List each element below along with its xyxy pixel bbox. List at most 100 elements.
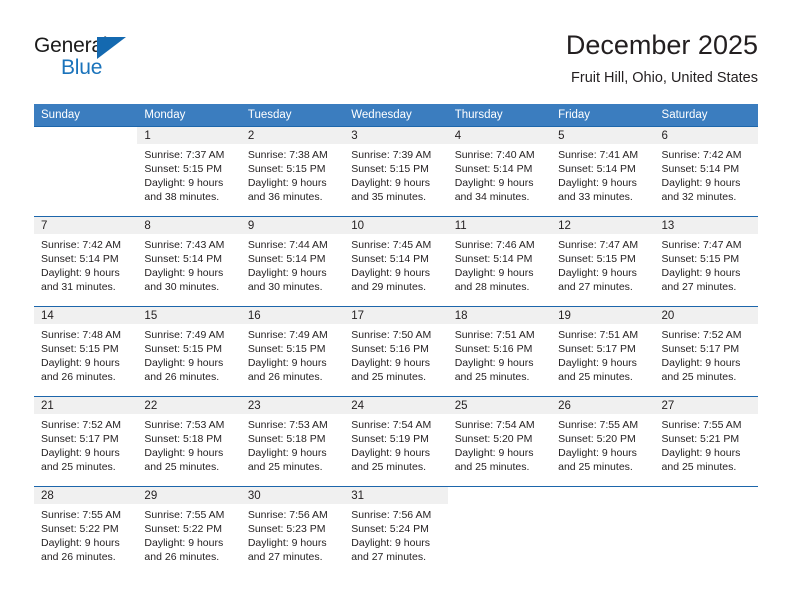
sunrise-text: Sunrise: 7:49 AM (144, 329, 225, 341)
calendar-empty-cell (654, 486, 758, 576)
page-title: December 2025 (565, 30, 758, 60)
day-details: Sunrise: 7:37 AM Sunset: 5:15 PM Daylight:… (137, 144, 240, 204)
day-number: 1 (137, 127, 241, 144)
calendar-day-cell[interactable]: 1 Sunrise: 7:37 AM Sunset: 5:15 PM Daylight… (137, 126, 241, 217)
daylight-text: Daylight: 9 hours (144, 267, 224, 280)
sunset-text: Sunset: 5:15 PM (661, 253, 740, 266)
day-number: 25 (447, 397, 552, 414)
daylight-text: Daylight: 9 hours (41, 267, 120, 280)
calendar-day-cell[interactable]: 15 Sunrise: 7:49 AM Sunset: 5:15 PM Dayligh… (137, 306, 241, 397)
calendar-day-cell[interactable]: 20 Sunrise: 7:52 AM Sunset: 5:17 PM Dayligh… (654, 306, 758, 397)
calendar-day-cell[interactable]: 6 Sunrise: 7:42 AM Sunset: 5:14 PM Daylight… (654, 126, 758, 217)
calendar-day-cell[interactable]: 31 Sunrise: 7:56 AM Sunset: 5:24 PM Dayligh… (344, 486, 448, 576)
calendar-day-cell[interactable]: 12 Sunrise: 7:47 AM Sunset: 5:15 PM Dayligh… (551, 216, 655, 307)
daylight-text: Daylight: 9 hours (247, 447, 327, 460)
calendar-day-cell[interactable]: 13 Sunrise: 7:47 AM Sunset: 5:15 PM Dayligh… (654, 216, 758, 307)
daylight-text: Daylight: 9 hours (454, 177, 534, 190)
daylight-text: Daylight: 9 hours (144, 357, 224, 370)
sunset-text: Sunset: 5:15 PM (144, 163, 223, 176)
general-blue-logo[interactable]: General Blue (34, 34, 214, 92)
calendar-week-row: 21 Sunrise: 7:52 AM Sunset: 5:17 PM Dayligh… (34, 396, 758, 487)
day-details: Sunrise: 7:47 AM Sunset: 5:15 PM Daylight:… (551, 234, 654, 294)
sunset-text: Sunset: 5:15 PM (247, 343, 326, 356)
sunrise-text: Sunrise: 7:47 AM (558, 239, 639, 251)
sunrise-text: Sunrise: 7:44 AM (247, 239, 328, 251)
day-number: 30 (240, 487, 345, 504)
day-number: 28 (34, 487, 138, 504)
calendar-week-row: 7 Sunrise: 7:42 AM Sunset: 5:14 PM Daylight… (34, 216, 758, 307)
daylight-text: Daylight: 9 hours (144, 537, 224, 550)
calendar-day-cell[interactable]: 24 Sunrise: 7:54 AM Sunset: 5:19 PM Dayligh… (344, 396, 448, 487)
sunset-text: Sunset: 5:22 PM (144, 523, 223, 536)
calendar-empty-cell (551, 486, 655, 576)
sunrise-text: Sunrise: 7:55 AM (41, 509, 121, 521)
calendar-day-cell[interactable]: 21 Sunrise: 7:52 AM Sunset: 5:17 PM Dayligh… (34, 396, 138, 487)
calendar-day-cell[interactable]: 10 Sunrise: 7:45 AM Sunset: 5:14 PM Dayligh… (344, 216, 448, 307)
calendar-day-cell[interactable]: 7 Sunrise: 7:42 AM Sunset: 5:14 PM Daylight… (34, 216, 138, 307)
calendar-day-cell[interactable]: 23 Sunrise: 7:53 AM Sunset: 5:18 PM Dayligh… (240, 396, 345, 487)
daylight-text: and 38 minutes. (144, 191, 220, 204)
daylight-text: and 27 minutes. (351, 551, 426, 564)
calendar-day-cell[interactable]: 11 Sunrise: 7:46 AM Sunset: 5:14 PM Dayligh… (447, 216, 552, 307)
day-number: 21 (34, 397, 138, 414)
day-number (34, 127, 138, 144)
calendar-day-cell[interactable]: 17 Sunrise: 7:50 AM Sunset: 5:16 PM Dayligh… (344, 306, 448, 397)
day-details: Sunrise: 7:56 AM Sunset: 5:24 PM Daylight:… (344, 504, 447, 564)
daylight-text: Daylight: 9 hours (351, 267, 431, 280)
daylight-text: and 26 minutes. (41, 371, 116, 384)
day-number: 11 (447, 217, 552, 234)
sunset-text: Sunset: 5:16 PM (454, 343, 533, 356)
sunrise-text: Sunrise: 7:46 AM (454, 239, 535, 251)
calendar-day-cell[interactable]: 28 Sunrise: 7:55 AM Sunset: 5:22 PM Dayligh… (34, 486, 138, 576)
weekday-header-tuesday: Tuesday (240, 104, 345, 127)
day-details: Sunrise: 7:55 AM Sunset: 5:20 PM Daylight:… (551, 414, 654, 474)
day-details: Sunrise: 7:52 AM Sunset: 5:17 PM Daylight:… (34, 414, 137, 474)
calendar-day-cell[interactable]: 9 Sunrise: 7:44 AM Sunset: 5:14 PM Daylight… (240, 216, 345, 307)
daylight-text: and 35 minutes. (351, 191, 426, 204)
calendar-day-cell[interactable]: 5 Sunrise: 7:41 AM Sunset: 5:14 PM Daylight… (551, 126, 655, 217)
daylight-text: Daylight: 9 hours (454, 267, 534, 280)
calendar-day-cell[interactable]: 4 Sunrise: 7:40 AM Sunset: 5:14 PM Daylight… (447, 126, 552, 217)
calendar-day-cell[interactable]: 26 Sunrise: 7:55 AM Sunset: 5:20 PM Dayligh… (551, 396, 655, 487)
daylight-text: Daylight: 9 hours (454, 357, 534, 370)
sunset-text: Sunset: 5:14 PM (144, 253, 223, 266)
calendar-day-cell[interactable]: 16 Sunrise: 7:49 AM Sunset: 5:15 PM Dayligh… (240, 306, 345, 397)
sunrise-text: Sunrise: 7:55 AM (144, 509, 225, 521)
day-number: 17 (344, 307, 448, 324)
calendar-day-cell[interactable]: 22 Sunrise: 7:53 AM Sunset: 5:18 PM Dayligh… (137, 396, 241, 487)
day-details: Sunrise: 7:46 AM Sunset: 5:14 PM Daylight:… (448, 234, 551, 294)
daylight-text: Daylight: 9 hours (41, 447, 120, 460)
calendar-empty-cell (447, 486, 552, 576)
logo-word-blue: Blue (61, 56, 103, 79)
daylight-text: and 32 minutes. (661, 191, 737, 204)
calendar-week-row: 28 Sunrise: 7:55 AM Sunset: 5:22 PM Dayligh… (34, 486, 758, 576)
page-header: General Blue December 2025 Fruit Hill, O… (34, 28, 758, 94)
day-number: 18 (447, 307, 552, 324)
daylight-text: and 34 minutes. (454, 191, 530, 204)
weekday-header-thursday: Thursday (447, 104, 552, 127)
day-details: Sunrise: 7:55 AM Sunset: 5:21 PM Daylight:… (655, 414, 758, 474)
calendar-day-cell[interactable]: 18 Sunrise: 7:51 AM Sunset: 5:16 PM Dayligh… (447, 306, 552, 397)
day-details: Sunrise: 7:43 AM Sunset: 5:14 PM Daylight:… (137, 234, 240, 294)
calendar-day-cell[interactable]: 27 Sunrise: 7:55 AM Sunset: 5:21 PM Dayligh… (654, 396, 758, 487)
calendar-day-cell[interactable]: 8 Sunrise: 7:43 AM Sunset: 5:14 PM Daylight… (137, 216, 241, 307)
sunset-text: Sunset: 5:18 PM (144, 433, 223, 446)
calendar-day-cell[interactable]: 2 Sunrise: 7:38 AM Sunset: 5:15 PM Daylight… (240, 126, 345, 217)
day-details: Sunrise: 7:42 AM Sunset: 5:14 PM Daylight:… (34, 234, 137, 294)
calendar-day-cell[interactable]: 25 Sunrise: 7:54 AM Sunset: 5:20 PM Dayligh… (447, 396, 552, 487)
calendar-day-cell[interactable]: 3 Sunrise: 7:39 AM Sunset: 5:15 PM Daylight… (344, 126, 448, 217)
sunset-text: Sunset: 5:15 PM (351, 163, 429, 176)
calendar-day-cell[interactable]: 30 Sunrise: 7:56 AM Sunset: 5:23 PM Dayligh… (240, 486, 345, 576)
daylight-text: Daylight: 9 hours (558, 357, 637, 370)
day-details: Sunrise: 7:53 AM Sunset: 5:18 PM Daylight:… (241, 414, 344, 474)
daylight-text: Daylight: 9 hours (558, 447, 637, 460)
sunrise-text: Sunrise: 7:54 AM (454, 419, 535, 431)
sunset-text: Sunset: 5:15 PM (41, 343, 119, 356)
calendar-day-cell[interactable]: 14 Sunrise: 7:48 AM Sunset: 5:15 PM Dayligh… (34, 306, 138, 397)
daylight-text: and 36 minutes. (247, 191, 323, 204)
sunrise-text: Sunrise: 7:55 AM (558, 419, 639, 431)
daylight-text: and 25 minutes. (558, 371, 633, 384)
daylight-text: Daylight: 9 hours (247, 357, 327, 370)
calendar-day-cell[interactable]: 19 Sunrise: 7:51 AM Sunset: 5:17 PM Dayligh… (551, 306, 655, 397)
calendar-day-cell[interactable]: 29 Sunrise: 7:55 AM Sunset: 5:22 PM Dayligh… (137, 486, 241, 576)
